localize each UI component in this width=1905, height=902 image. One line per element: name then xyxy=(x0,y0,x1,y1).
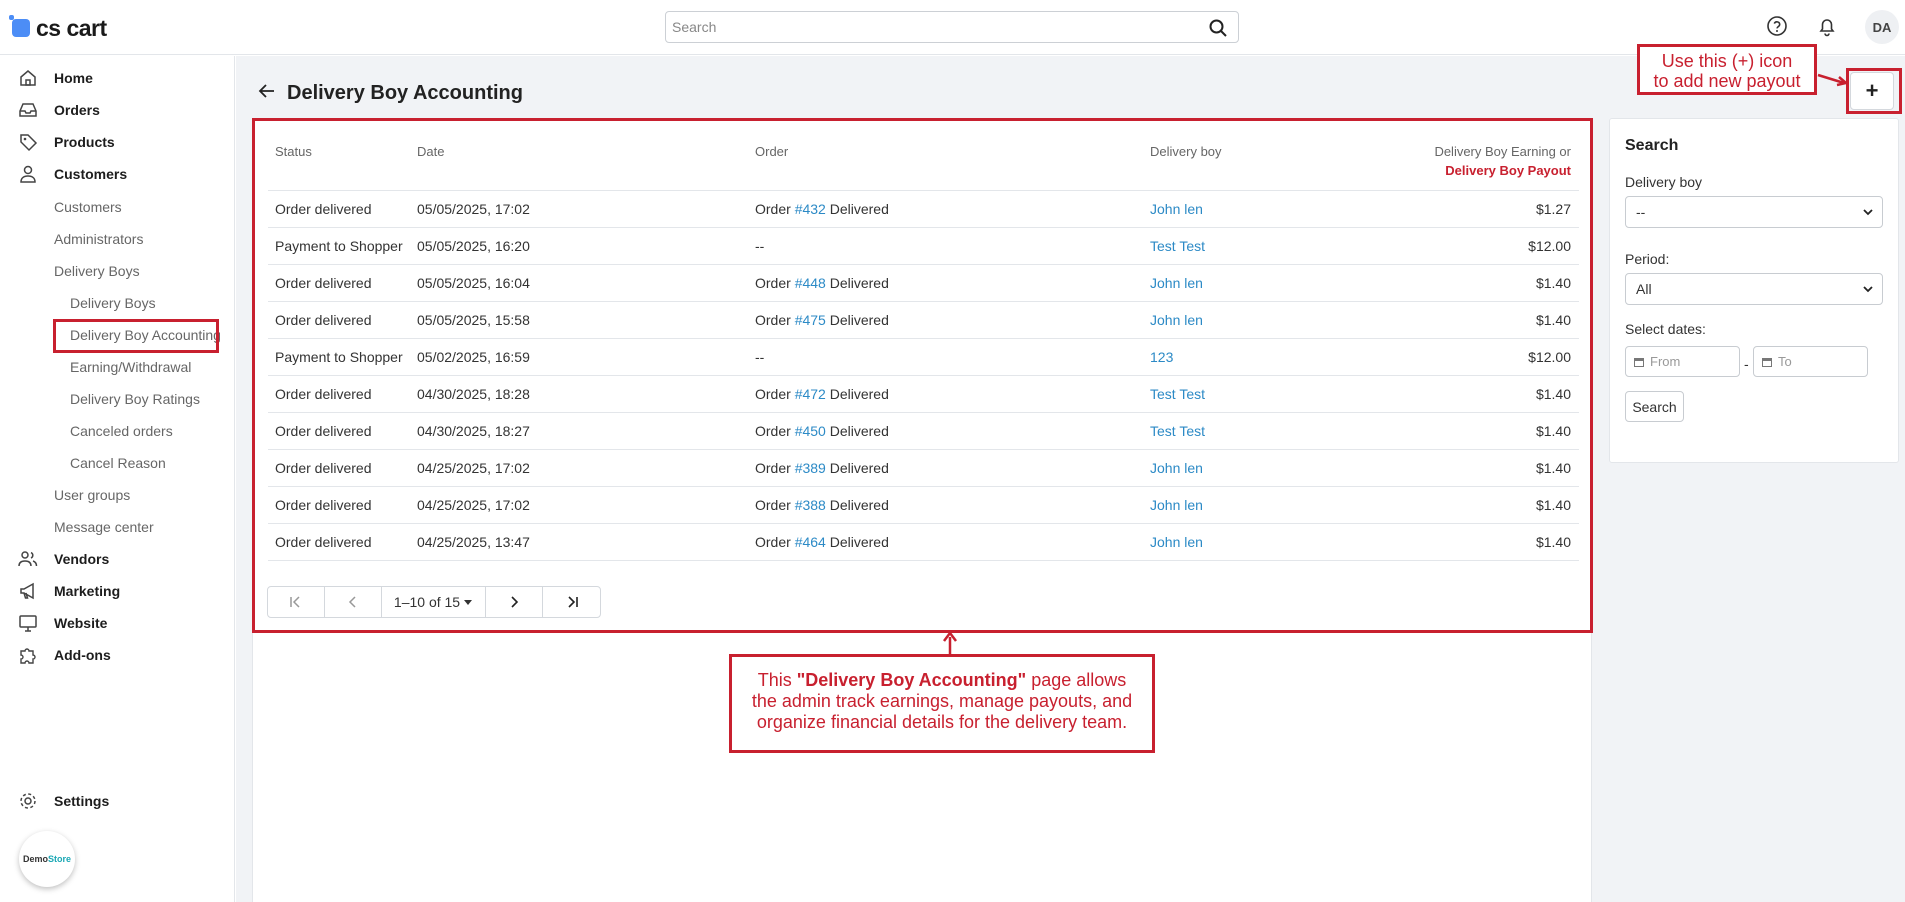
date-from-input[interactable]: From xyxy=(1625,346,1740,377)
delivery-boy-select[interactable]: -- xyxy=(1625,196,1883,228)
users-icon xyxy=(18,551,38,567)
global-search xyxy=(665,11,1239,43)
logo-text: cs cart xyxy=(36,14,107,41)
sidebar-item-label: Marketing xyxy=(54,583,121,599)
search-icon[interactable] xyxy=(1208,18,1228,38)
date-from-placeholder: From xyxy=(1650,354,1681,369)
sidebar-item-label: Orders xyxy=(54,102,100,118)
period-label: Period: xyxy=(1625,251,1670,267)
annotation-arrow-right-icon xyxy=(1817,73,1849,87)
annotation-highlight-table xyxy=(252,118,1593,633)
filter-title: Search xyxy=(1625,137,1679,154)
sidebar-item-label: Delivery Boys xyxy=(54,263,140,279)
gear-icon xyxy=(20,793,36,809)
delivery-boy-label: Delivery boy xyxy=(1625,174,1703,190)
annotation-note-line2: the admin track earnings, manage payouts… xyxy=(751,691,1133,711)
note-bold-text: "Delivery Boy Accounting" xyxy=(796,670,1027,690)
search-input[interactable] xyxy=(666,12,1186,42)
sidebar-item-label: Delivery Boy Ratings xyxy=(70,391,200,407)
annotation-tip-line1: Use this (+) icon xyxy=(1661,51,1793,71)
annotation-arrow-up-icon xyxy=(943,631,957,655)
select-dates-label: Select dates: xyxy=(1625,321,1706,337)
logo[interactable]: cs cart xyxy=(9,14,107,42)
demo-badge-text-accent: Store xyxy=(48,854,72,864)
annotation-note: This "Delivery Boy Accounting" page allo… xyxy=(729,654,1155,753)
sidebar-item-label: Canceled orders xyxy=(70,423,173,439)
sidebar-item-label: Customers xyxy=(54,199,122,215)
demo-store-badge[interactable]: Demo Store xyxy=(19,831,75,887)
back-arrow-icon[interactable] xyxy=(258,82,276,100)
sidebar-item-label: User groups xyxy=(54,487,131,503)
calendar-icon xyxy=(1634,358,1644,367)
sidebar-item-label: Add-ons xyxy=(54,647,111,663)
date-separator: - xyxy=(1744,356,1749,372)
help-icon[interactable] xyxy=(1766,15,1788,37)
home-icon xyxy=(20,70,36,86)
sidebar-item-label: Vendors xyxy=(54,551,110,567)
sidebar-item-label: Website xyxy=(54,615,108,631)
chevron-down-icon xyxy=(1863,286,1873,293)
filter-search-button[interactable]: Search xyxy=(1625,391,1684,422)
annotation-note-line3: organize financial details for the deliv… xyxy=(756,712,1128,732)
sidebar-item-label: Delivery Boys xyxy=(70,295,156,311)
sidebar-item-label: Earning/Withdrawal xyxy=(70,359,192,375)
page-title: Delivery Boy Accounting xyxy=(287,82,523,104)
chevron-down-icon xyxy=(1863,209,1873,216)
annotation-highlight-sidebar xyxy=(53,319,219,353)
calendar-icon xyxy=(1762,358,1772,367)
note-text: This xyxy=(757,670,797,690)
inbox-icon xyxy=(19,103,37,117)
sidebar-item-label: Administrators xyxy=(54,231,144,247)
note-text: page allows xyxy=(1026,670,1127,690)
sidebar-item-label: Home xyxy=(54,70,93,86)
period-select-value: All xyxy=(1636,281,1652,297)
annotation-highlight-add-button xyxy=(1846,68,1902,114)
megaphone-icon xyxy=(20,582,34,600)
delivery-boy-select-value: -- xyxy=(1636,204,1646,220)
sidebar-item-label: Products xyxy=(54,134,115,150)
sidebar-item-label: Settings xyxy=(54,793,110,809)
user-icon xyxy=(20,165,36,183)
bell-icon[interactable] xyxy=(1816,15,1838,37)
sidebar-item-label: Customers xyxy=(54,166,128,182)
tag-icon xyxy=(20,134,38,152)
date-to-placeholder: To xyxy=(1778,354,1792,369)
date-to-input[interactable]: To xyxy=(1753,346,1868,377)
annotation-note-line1: This "Delivery Boy Accounting" page allo… xyxy=(732,670,1152,691)
sidebar-item-label: Message center xyxy=(54,519,154,535)
avatar[interactable]: DA xyxy=(1865,10,1899,44)
annotation-tip: Use this (+) icon to add new payout xyxy=(1637,44,1817,95)
logo-mark-icon xyxy=(9,15,30,37)
period-select[interactable]: All xyxy=(1625,273,1883,305)
sidebar-item-label: Cancel Reason xyxy=(70,455,166,471)
demo-badge-text: Demo xyxy=(22,854,48,864)
puzzle-icon xyxy=(20,648,36,664)
annotation-tip-line2: to add new payout xyxy=(1653,71,1801,91)
top-header: cs cart DA xyxy=(0,0,1905,55)
monitor-icon xyxy=(19,615,37,632)
